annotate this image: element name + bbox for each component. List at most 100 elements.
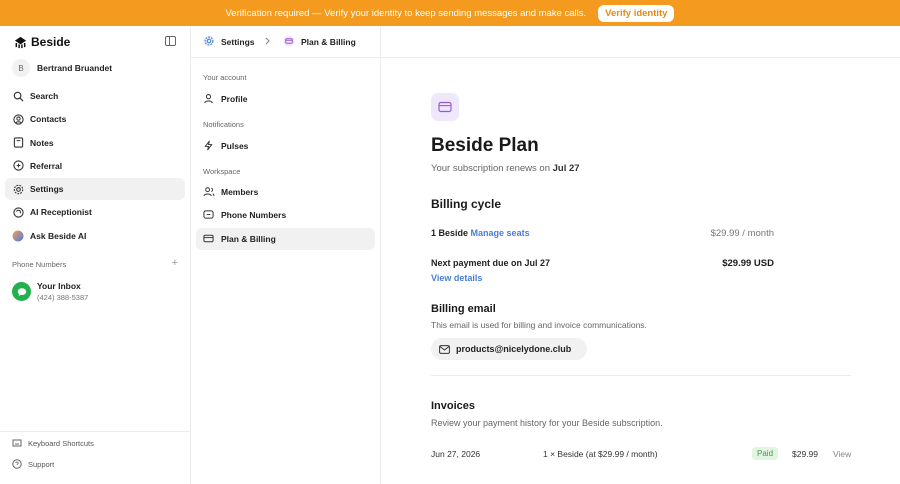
card-icon [283,35,296,48]
support-link[interactable]: Support [0,454,190,474]
invoices-heading: Invoices [431,400,476,412]
card-icon [203,233,215,245]
billing-email-heading: Billing email [431,303,496,315]
group-workspace: Workspace [203,167,241,176]
nav-item-contacts[interactable]: Contacts [5,108,185,130]
sidebar: Beside B Bertrand Bruandet Search Contac… [0,26,191,484]
person-icon [203,93,215,105]
page-title: Beside Plan [431,135,539,156]
renew-label: Your subscription renews on [431,163,550,174]
support-label: Support [28,459,55,469]
beside-ai-icon [12,230,24,242]
group-your-account: Your account [203,73,247,82]
beside-logo-icon [14,36,27,48]
view-invoice-link[interactable]: View [833,449,851,459]
lightning-icon [203,140,215,152]
breadcrumb-settings[interactable]: Settings [203,35,255,48]
view-details-link[interactable]: View details [431,273,482,283]
sidebar-footer: Keyboard Shortcuts Support [0,431,190,474]
shortcuts-label: Keyboard Shortcuts [28,438,94,448]
mail-icon [439,344,450,354]
nav-item-label: Search [30,91,59,101]
nav-item-label: Settings [30,184,64,195]
nav-item-search[interactable]: Search [5,85,185,107]
breadcrumb: Settings Plan & Billing [191,26,900,58]
settings-item-members[interactable]: Members [196,181,375,203]
invoice-item: 1 × Beside (at $29.99 / month) [543,449,658,459]
nav-item-notes[interactable]: Notes [5,132,185,154]
nav-item-label: Referral [30,160,63,171]
breadcrumb-settings-label: Settings [221,36,255,47]
receptionist-icon [12,206,24,218]
nav-item-ai-receptionist[interactable]: AI Receptionist [5,201,185,223]
renew-text: Your subscription renews on Jul 27 [431,163,580,174]
billing-email-value: products@nicelydone.club [456,344,572,354]
inbox-number: (424) 388-5387 [37,293,89,302]
nav-item-settings[interactable]: Settings [5,178,185,201]
chat-bubble-icon [12,282,31,301]
status-badge: Paid [752,447,779,460]
divider [431,375,851,376]
collapse-sidebar-icon[interactable] [165,36,176,46]
verify-identity-button[interactable]: Verify identity [598,4,675,22]
inbox-item[interactable]: Your Inbox (424) 388-5387 [12,281,88,302]
nav-item-referral[interactable]: Referral [5,155,185,177]
chevron-right-icon [265,37,270,45]
renew-date: Jul 27 [552,163,580,174]
search-icon [12,90,24,102]
help-icon [12,459,22,469]
plan-price: $29.99 / month [710,228,774,239]
plan-billing-content: Beside Plan Your subscription renews on … [381,58,900,484]
gear-icon [12,183,24,195]
add-number-icon[interactable]: + [172,258,178,269]
referral-icon [12,160,24,172]
settings-item-label: Plan & Billing [221,234,276,244]
billing-cycle-heading: Billing cycle [431,197,502,211]
card-icon [431,93,459,121]
nav-item-ask-beside-ai[interactable]: Ask Beside AI [5,225,185,247]
next-payment-amount: $29.99 USD [722,258,774,269]
invoice-amount: $29.99 [792,449,818,459]
settings-item-label: Phone Numbers [221,210,287,220]
settings-item-plan-billing[interactable]: Plan & Billing [196,228,375,250]
nav-item-label: Ask Beside AI [30,230,87,241]
seat-row: 1 Beside Manage seats [431,228,530,238]
settings-item-label: Profile [221,94,248,104]
members-icon [203,186,215,198]
seat-label: 1 Beside [431,228,469,238]
settings-menu: Settings Plan & Billing Your account Pro… [191,26,900,484]
settings-item-label: Pulses [221,141,249,151]
phone-numbers-header: Phone Numbers + [12,258,178,270]
brand[interactable]: Beside [14,35,70,49]
breadcrumb-plan-billing[interactable]: Plan & Billing [283,35,356,48]
verification-banner: Verification required — Verify your iden… [0,0,900,26]
nav-item-label: Contacts [30,114,67,125]
gear-icon [203,35,216,48]
next-payment-label: Next payment due on Jul 27 [431,258,551,268]
user-name: Bertrand Bruandet [37,63,113,73]
brand-name: Beside [31,35,71,49]
billing-email-field[interactable]: products@nicelydone.club [431,338,587,360]
user-profile[interactable]: B Bertrand Bruandet [12,59,112,77]
manage-seats-link[interactable]: Manage seats [471,228,530,238]
settings-item-phone-numbers[interactable]: Phone Numbers [196,204,375,226]
invoice-date: Jun 27, 2026 [431,449,481,459]
main-nav: Search Contacts Notes Referral Settings … [5,85,185,248]
breadcrumb-current-label: Plan & Billing [301,36,356,47]
nav-item-label: Notes [30,137,54,148]
invoices-description: Review your payment history for your Bes… [431,418,663,428]
inbox-title: Your Inbox [37,281,81,291]
phone-numbers-title: Phone Numbers [12,260,67,269]
avatar: B [12,59,30,77]
table-row: Jun 27, 2026 1 × Beside (at $29.99 / mon… [431,447,851,461]
keyboard-icon [12,438,22,448]
group-notifications: Notifications [203,120,244,129]
contacts-icon [12,113,24,125]
phone-chat-icon [203,209,215,221]
banner-message: Verification required — Verify your iden… [225,7,587,19]
notes-icon [12,137,24,149]
keyboard-shortcuts-link[interactable]: Keyboard Shortcuts [0,433,190,453]
billing-email-description: This email is used for billing and invoi… [431,320,647,330]
settings-item-profile[interactable]: Profile [196,88,375,110]
settings-item-pulses[interactable]: Pulses [196,135,375,157]
